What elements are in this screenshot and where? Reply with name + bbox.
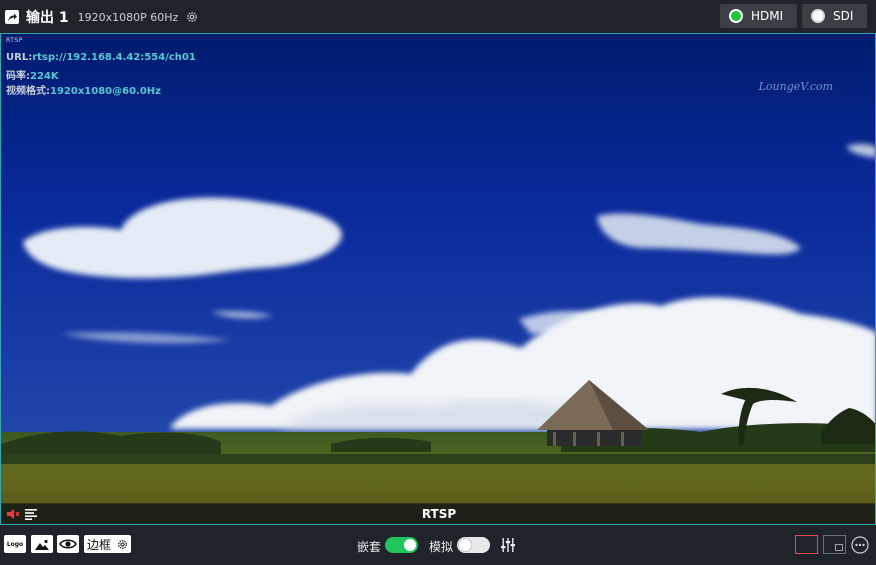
url-label: URL:	[6, 52, 33, 63]
bitrate-line: 码率:224K	[6, 67, 59, 82]
hdmi-output-button[interactable]: HDMI	[720, 4, 797, 28]
logo-label: Logo	[6, 540, 24, 548]
gear-icon[interactable]	[186, 11, 198, 23]
video-format-line: 视频格式:1920x1080@60.0Hz	[6, 82, 161, 97]
embed-toggle-knob	[404, 539, 416, 551]
pip-inner-window	[835, 544, 843, 551]
logo-button[interactable]: Logo	[4, 535, 26, 553]
frame-label: 边框	[87, 537, 112, 552]
layout-single-button[interactable]	[795, 535, 818, 554]
sliders-icon[interactable]	[501, 538, 515, 552]
frame-button[interactable]: 边框	[84, 535, 131, 553]
analog-label: 模拟	[429, 540, 454, 554]
source-label: RTSP	[421, 507, 457, 521]
stream-tag: RTSP	[6, 37, 23, 44]
video-frame-image	[1, 34, 875, 524]
top-bar: 输出 1 1920x1080P 60Hz HDMI SDI	[0, 0, 876, 33]
image-overlay-button[interactable]	[31, 535, 53, 553]
format-label: 视频格式:	[6, 86, 50, 97]
analog-toggle-knob	[459, 539, 471, 551]
embed-toggle[interactable]	[385, 537, 418, 553]
watermark: LoungeV.com	[758, 80, 833, 93]
format-value: 1920x1080@60.0Hz	[50, 86, 161, 97]
image-icon	[35, 539, 49, 550]
stream-url-line: URL:rtsp://192.168.4.42:554/ch01	[6, 52, 196, 63]
url-value: rtsp://192.168.4.42:554/ch01	[32, 52, 196, 63]
export-icon	[5, 10, 19, 24]
sdi-label: SDI	[833, 9, 854, 23]
gear-icon	[118, 539, 127, 549]
video-preview[interactable]: RTSP URL:rtsp://192.168.4.42:554/ch01 码率…	[0, 33, 876, 525]
sdi-status-dot	[811, 9, 825, 23]
output-resolution: 1920x1080P 60Hz	[77, 10, 179, 24]
hdmi-status-dot	[729, 9, 743, 23]
analog-toggle[interactable]	[457, 537, 490, 553]
bitrate-value: 224K	[30, 71, 59, 82]
more-icon[interactable]	[851, 536, 869, 554]
bitrate-label: 码率:	[6, 71, 30, 82]
preview-visibility-button[interactable]	[57, 535, 79, 553]
bottom-toolbar: Logo 边框 嵌套 模拟	[0, 526, 876, 565]
output-title: 输出 1	[26, 10, 69, 26]
hdmi-label: HDMI	[751, 9, 784, 23]
eye-icon	[59, 539, 77, 549]
embed-label: 嵌套	[357, 540, 382, 554]
layout-pip-button[interactable]	[823, 535, 846, 554]
output-title-group: 输出 1 1920x1080P 60Hz	[4, 7, 198, 27]
sdi-output-button[interactable]: SDI	[802, 4, 867, 28]
